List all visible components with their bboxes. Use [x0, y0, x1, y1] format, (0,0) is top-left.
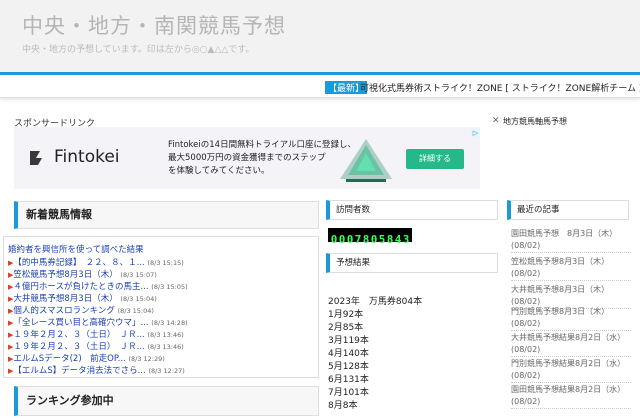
- site-title[interactable]: 中央・地方・南関競馬予想: [22, 10, 286, 40]
- recent-post-link[interactable]: 園田競馬予想 8月3日（木） (08/02): [511, 228, 631, 253]
- result-line: 4月140本: [328, 349, 369, 359]
- counter-digit: 0: [330, 233, 338, 246]
- result-line: 1月92本: [328, 310, 364, 320]
- recent-post-link[interactable]: 大井競馬予想結果8月2日（水） (08/02): [511, 332, 631, 357]
- list-item[interactable]: ▶エルムSデータ(2) 前走OP... (8/3 12:29): [8, 352, 165, 364]
- ad-copy-line: Fintokeiの14日間無料トライアル口座に登録し、: [168, 140, 356, 150]
- recent-post-link[interactable]: 笠松競馬予想8月3日（木） (08/02): [511, 256, 631, 281]
- list-item[interactable]: ▶【的中馬券記録】 ２２、８、１... (8/3 15:15): [8, 256, 184, 268]
- list-item[interactable]: ▶笠松競馬予想8月3日（木） (8/3 15:07): [8, 268, 157, 280]
- result-line: 2023年 万馬券804本: [328, 297, 423, 307]
- list-item-title[interactable]: ４億円ホースが負けたときの馬主...: [13, 282, 148, 292]
- visitor-counter: 0007805843: [328, 228, 412, 246]
- list-item-title[interactable]: 婚約者を興信所を使って調べた結果: [8, 245, 144, 255]
- list-item[interactable]: ▶４億円ホースが負けたときの馬主... (8/3 15:05): [8, 280, 188, 292]
- list-item[interactable]: 婚約者を興信所を使って調べた結果: [8, 243, 144, 255]
- list-item-date: (8/3 15:04): [117, 307, 154, 315]
- ad-logo-text: Fintokei: [54, 147, 120, 167]
- news-ticker-link[interactable]: 可視化式馬券術ストライク！ZONE [ ストライク！ZONE解析チーム ]: [360, 81, 640, 94]
- list-item-date: (8/3 13:46): [147, 343, 184, 351]
- list-item-date: (8/3 15:15): [147, 259, 184, 267]
- recent-posts-heading: 最近の記事: [507, 200, 629, 220]
- list-item-date: (8/3 14:28): [151, 319, 188, 327]
- list-item-title[interactable]: 笠松競馬予想8月3日（木）: [13, 270, 117, 280]
- list-item[interactable]: ▶個人的スマスロランキング (8/3 15:04): [8, 304, 154, 316]
- list-item[interactable]: ▶大井競馬予想8月3日（木） (8/3 15:04): [8, 292, 157, 304]
- recent-post-link[interactable]: 門別競馬予想結果8月2日（水） (08/02): [511, 358, 631, 383]
- list-item[interactable]: ▶１９年２月２、３（土日） ＪＲ... (8/3 13:46): [8, 328, 184, 340]
- counter-digit: 0: [338, 233, 346, 246]
- list-item[interactable]: ▶【エルムS】データ消去法でさら... (8/3 12:27): [8, 364, 185, 376]
- list-item-date: (8/3 12:29): [128, 355, 165, 363]
- recent-post-link[interactable]: 園田競馬予想結果8月2日（水） (08/02): [511, 384, 631, 409]
- list-item-date: (8/3 13:46): [147, 331, 184, 339]
- pyramid-graphic-icon: [340, 139, 392, 182]
- close-icon[interactable]: ✕: [492, 116, 500, 126]
- news-section-heading: 新着競馬情報: [14, 201, 319, 229]
- list-item-date: (8/3 15:04): [120, 295, 157, 303]
- site-description: 中央・地方の予想しています。印は左から◎○▲△△です。: [22, 45, 255, 55]
- counter-digit: 4: [394, 233, 402, 246]
- list-item-title[interactable]: 個人的スマスロランキング: [13, 306, 115, 316]
- list-item[interactable]: ▶１９年２月２、３（土日） ＪＲ... (8/3 13:46): [8, 340, 184, 352]
- sidebar-link-local-racing[interactable]: 地方競馬軸馬予想: [503, 116, 567, 127]
- list-item-title[interactable]: １９年２月２、３（土日） ＪＲ...: [13, 342, 144, 352]
- list-item-title[interactable]: 「全レース買い目と高確穴ウマ」...: [13, 318, 148, 328]
- site-header: 中央・地方・南関競馬予想 中央・地方の予想しています。印は左から◎○▲△△です。: [0, 0, 640, 72]
- news-ticker: 【最新】 可視化式馬券術ストライク！ZONE [ ストライク！ZONE解析チーム…: [0, 75, 640, 98]
- counter-digit: 3: [402, 233, 410, 246]
- results-heading: 予想結果: [326, 253, 498, 273]
- counter-digit: 8: [362, 233, 370, 246]
- list-item-date: (8/3 15:07): [120, 271, 157, 279]
- list-item-title[interactable]: 【的中馬券記録】 ２２、８、１...: [13, 258, 144, 268]
- list-item-date: (8/3 15:05): [151, 283, 188, 291]
- list-item[interactable]: ▶「全レース買い目と高確穴ウマ」... (8/3 14:28): [8, 316, 188, 328]
- list-item-title[interactable]: １９年２月２、３（土日） ＪＲ...: [13, 330, 144, 340]
- result-line: 3月119本: [328, 336, 369, 346]
- news-list: 婚約者を興信所を使って調べた結果 ▶【的中馬券記録】 ２２、８、１... (8/…: [3, 236, 319, 378]
- counter-digit: 8: [386, 233, 394, 246]
- ad-copy-line: を体験してみてください。: [168, 166, 270, 176]
- list-item-title[interactable]: エルムSデータ(2) 前走OP...: [13, 354, 125, 364]
- result-line: 5月128本: [328, 362, 369, 372]
- counter-digit: 7: [354, 233, 362, 246]
- ad-banner[interactable]: Fintokei Fintokeiの14日間無料トライアル口座に登録し、 最大5…: [14, 127, 480, 189]
- list-item-title[interactable]: 【エルムS】データ消去法でさら...: [13, 366, 145, 376]
- result-line: 8月8本: [328, 401, 358, 411]
- visitors-heading: 訪問者数: [326, 200, 498, 220]
- list-item-date: (8/3 12:27): [148, 367, 185, 375]
- ad-copy: Fintokeiの14日間無料トライアル口座に登録し、 最大5000万円の資金獲…: [168, 139, 356, 178]
- counter-digit: 0: [370, 233, 378, 246]
- recent-post-link[interactable]: 門別競馬予想8月3日（木） (08/02): [511, 306, 631, 331]
- fintokei-logo-icon: [30, 151, 42, 165]
- ranking-section-heading: ランキング参加中: [14, 386, 319, 416]
- result-line: 7月101本: [328, 388, 369, 398]
- result-line: 6月131本: [328, 375, 369, 385]
- list-item-title[interactable]: 大井競馬予想8月3日（木）: [13, 294, 117, 304]
- counter-digit: 0: [346, 233, 354, 246]
- ad-detail-button[interactable]: 詳細する: [406, 149, 464, 169]
- result-line: 2月85本: [328, 323, 364, 333]
- counter-digit: 5: [378, 233, 386, 246]
- ad-copy-line: 最大5000万円の資金獲得までのステップ: [168, 153, 326, 163]
- ad-choices-icon[interactable]: ▷: [471, 129, 480, 138]
